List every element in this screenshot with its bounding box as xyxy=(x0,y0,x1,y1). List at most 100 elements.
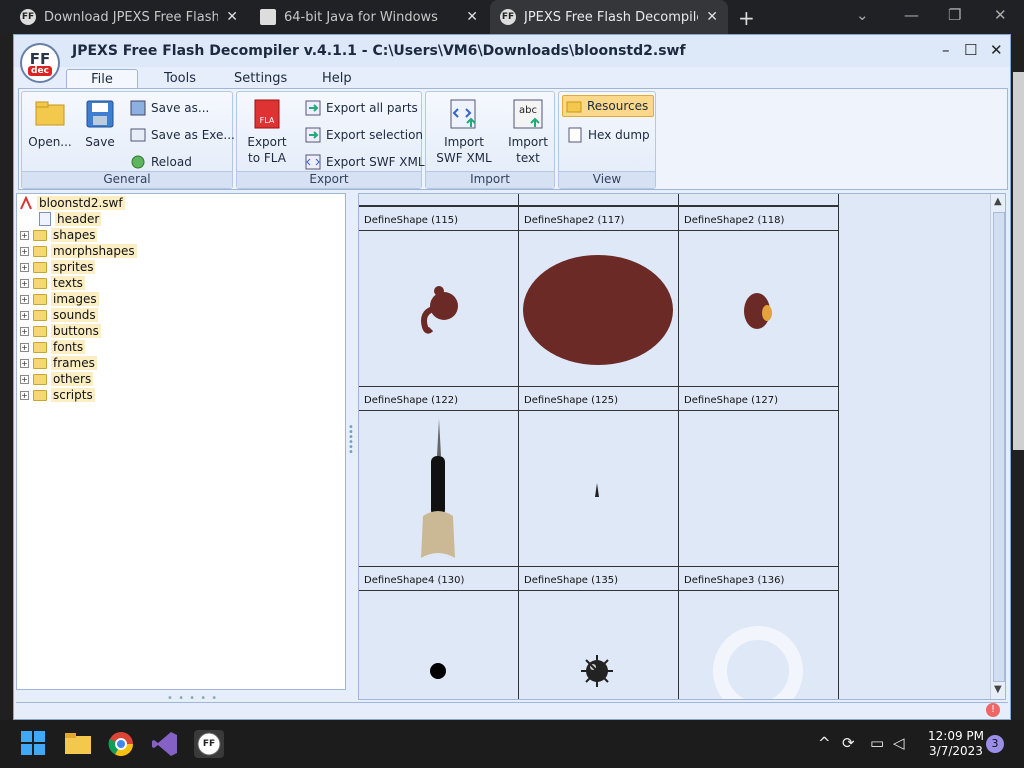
sync-icon[interactable]: ⟳ xyxy=(842,734,855,752)
restore-icon[interactable]: ❐ xyxy=(948,6,961,24)
menu-file[interactable]: File xyxy=(66,69,138,89)
open-button[interactable]: Open... xyxy=(28,98,72,150)
tree-item-morphshapes[interactable]: + morphshapes xyxy=(20,244,137,258)
expand-icon[interactable]: + xyxy=(20,294,29,304)
reload-icon xyxy=(131,155,145,169)
import-swf-xml-button[interactable]: Import SWF XML xyxy=(436,98,492,166)
open-label: Open... xyxy=(28,135,72,149)
folder-icon xyxy=(34,98,66,130)
shape-cell[interactable]: DefineShape2 (117) xyxy=(519,206,679,386)
app-logo: FF dec xyxy=(20,43,60,83)
error-icon[interactable]: ! xyxy=(986,703,1000,717)
tree-item-frames[interactable]: + frames xyxy=(20,356,97,370)
minimize-icon[interactable]: – xyxy=(942,41,950,59)
expand-icon[interactable]: + xyxy=(20,278,29,288)
preview-grid: DefineShape (115) DefineShape2 (117) Def… xyxy=(358,193,1006,700)
save-as-button[interactable]: Save as... xyxy=(130,100,209,116)
expand-icon[interactable]: + xyxy=(20,390,29,400)
resources-button[interactable]: Resources xyxy=(562,95,655,117)
expand-icon[interactable]: + xyxy=(20,342,29,352)
shape-cell[interactable]: DefineShape (135) xyxy=(519,566,679,699)
shape-cell[interactable]: DefineShape3 (136) xyxy=(679,566,839,699)
scroll-thumb[interactable] xyxy=(993,212,1005,682)
folder-icon xyxy=(33,229,47,241)
tree-item-scripts[interactable]: + scripts xyxy=(20,388,95,402)
export-fla-label-2: to FLA xyxy=(248,151,286,165)
preview-scrollbar[interactable]: ▲ ▼ xyxy=(990,194,1005,699)
close-icon[interactable]: ✕ xyxy=(994,6,1007,24)
expand-icon[interactable]: + xyxy=(20,230,29,240)
close-icon[interactable]: ✕ xyxy=(466,9,478,25)
tree-item-shapes[interactable]: + shapes xyxy=(20,228,98,242)
shape-cell[interactable]: DefineShape (127) xyxy=(679,386,839,566)
browser-tab-2[interactable]: 64-bit Java for Windows ✕ xyxy=(250,0,488,34)
tree-item-sounds[interactable]: + sounds xyxy=(20,308,98,322)
tree-root[interactable]: bloonstd2.swf xyxy=(19,196,125,210)
vertical-splitter[interactable]: • • • • • • xyxy=(348,423,354,458)
save-as-exe-button[interactable]: Save as Exe... xyxy=(130,127,235,143)
tab-label: 64-bit Java for Windows xyxy=(284,9,438,25)
expand-icon[interactable]: + xyxy=(20,326,29,336)
tree-item-fonts[interactable]: + fonts xyxy=(20,340,86,354)
tree-item-header[interactable]: header xyxy=(39,212,102,226)
windows-start-icon[interactable] xyxy=(20,730,48,758)
close-icon[interactable]: ✕ xyxy=(990,41,1003,59)
browser-tab-1[interactable]: FF Download JPEXS Free Flash Deco ✕ xyxy=(10,0,248,34)
save-label: Save xyxy=(85,135,115,149)
import-text-button[interactable]: abc Import text xyxy=(506,98,550,166)
shape-cell[interactable]: DefineShape (115) xyxy=(359,206,519,386)
close-icon[interactable]: ✕ xyxy=(226,9,238,25)
expand-icon[interactable]: + xyxy=(20,262,29,272)
reload-label: Reload xyxy=(151,155,192,169)
menu-tools[interactable]: Tools xyxy=(154,69,206,89)
hex-dump-button[interactable]: Hex dump xyxy=(567,127,650,143)
tree-item-label: shapes xyxy=(51,228,98,242)
document-icon xyxy=(39,212,51,226)
chevron-down-icon[interactable]: ⌄ xyxy=(856,6,869,24)
speaker-icon[interactable]: ◁ xyxy=(893,734,905,752)
visual-studio-icon[interactable] xyxy=(151,730,179,758)
maximize-icon[interactable]: ☐ xyxy=(964,41,977,59)
shape-cell[interactable]: DefineShape (122) xyxy=(359,386,519,566)
browser-tab-3[interactable]: FF JPEXS Free Flash Decompiler - De ✕ xyxy=(490,0,728,34)
scroll-up-icon[interactable]: ▲ xyxy=(994,196,1002,207)
export-selection-button[interactable]: Export selection xyxy=(305,127,423,143)
page-scrollbar[interactable] xyxy=(1013,72,1024,450)
shape-cell[interactable]: DefineShape2 (118) xyxy=(679,206,839,386)
minimize-icon[interactable]: — xyxy=(904,6,919,24)
expand-icon[interactable]: + xyxy=(20,374,29,384)
shape-cell[interactable]: DefineShape4 (130) xyxy=(359,566,519,699)
file-explorer-icon[interactable] xyxy=(64,730,92,758)
tree-item-buttons[interactable]: + buttons xyxy=(20,324,101,338)
tree-item-label: sounds xyxy=(51,308,98,322)
tree-item-others[interactable]: + others xyxy=(20,372,94,386)
menu-help[interactable]: Help xyxy=(312,69,362,89)
reload-button[interactable]: Reload xyxy=(130,154,192,170)
export-fla-button[interactable]: FLA Export to FLA xyxy=(245,98,289,166)
new-tab-button[interactable]: + xyxy=(738,6,755,30)
export-all-parts-button[interactable]: Export all parts xyxy=(305,100,418,116)
chevron-up-icon[interactable]: ^ xyxy=(818,734,831,752)
notification-badge[interactable]: 3 xyxy=(986,735,1004,753)
ffdec-taskbar-icon[interactable]: FF xyxy=(194,730,224,758)
menu-settings[interactable]: Settings xyxy=(224,69,297,89)
group-export: FLA Export to FLA Export all parts Expor… xyxy=(236,91,425,189)
import-text-label-1: Import xyxy=(508,135,548,149)
chrome-icon[interactable] xyxy=(107,730,135,758)
monitor-icon[interactable]: ▭ xyxy=(870,734,884,752)
expand-icon[interactable]: + xyxy=(20,310,29,320)
shape-cell[interactable]: DefineShape (125) xyxy=(519,386,679,566)
save-button[interactable]: Save xyxy=(82,98,118,150)
tree-item-sprites[interactable]: + sprites xyxy=(20,260,96,274)
export-swf-xml-button[interactable]: Export SWF XML xyxy=(305,154,425,170)
taskbar: FF ^ ⟳ ▭ ◁ 12:09 PM 3/7/2023 3 xyxy=(0,720,1024,768)
tree-item-texts[interactable]: + texts xyxy=(20,276,85,290)
close-icon[interactable]: ✕ xyxy=(706,9,718,25)
clock[interactable]: 12:09 PM 3/7/2023 xyxy=(928,729,984,759)
group-label: General xyxy=(22,171,232,188)
expand-icon[interactable]: + xyxy=(20,358,29,368)
tree-item-images[interactable]: + images xyxy=(20,292,99,306)
group-label: View xyxy=(559,171,655,188)
expand-icon[interactable]: + xyxy=(20,246,29,256)
scroll-down-icon[interactable]: ▼ xyxy=(994,684,1002,695)
